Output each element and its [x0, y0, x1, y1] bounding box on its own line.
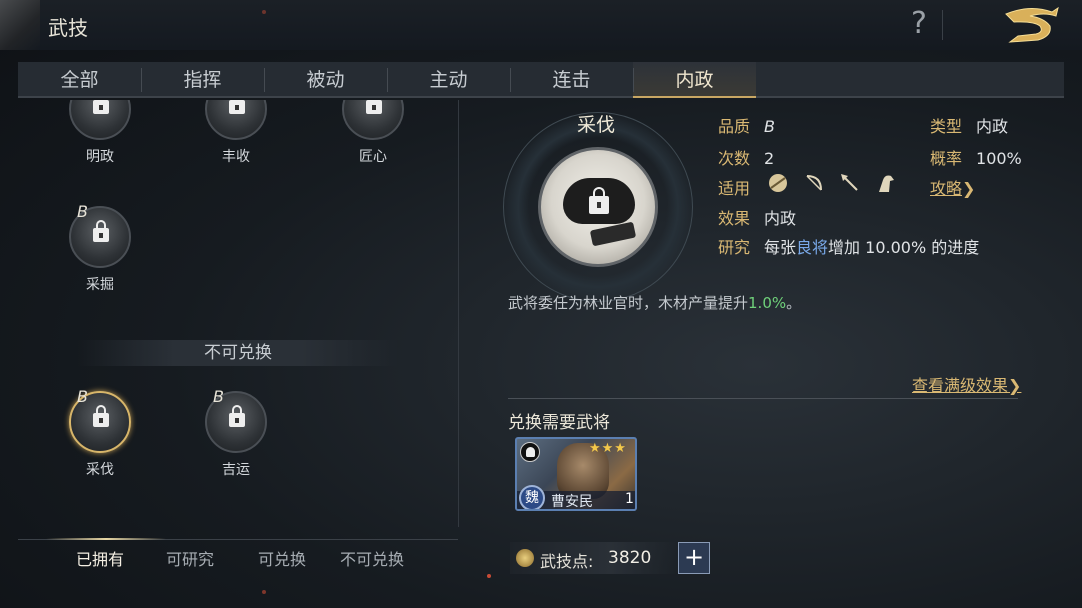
skill-list-panel: 明政 丰收 匠心 B 采掘 不可兑换 B 采伐 B 吉运	[18, 100, 459, 527]
add-points-button[interactable]: +	[678, 542, 710, 574]
view-max-effect-link[interactable]: 查看满级效果❯	[912, 372, 1021, 396]
help-icon[interactable]: ?	[905, 6, 933, 42]
bow-icon	[806, 175, 822, 191]
skill-label: 采伐	[86, 462, 114, 478]
skill-orb	[69, 100, 131, 140]
lock-icon	[589, 187, 609, 214]
tab-combo[interactable]: 连击	[510, 62, 633, 98]
divider	[508, 398, 1018, 399]
filter-exchangeable[interactable]: 可兑换	[258, 546, 306, 570]
apply-troop-icons	[767, 172, 897, 194]
attr-quality: 品质 B	[718, 117, 775, 136]
attr-rate: 概率 100%	[930, 149, 1022, 168]
lock-icon	[229, 100, 245, 114]
skill-description: 武将委任为林业官时，木材产量提升1.0%。	[508, 294, 802, 312]
axe-icon	[589, 221, 637, 247]
attr-research: 研究 每张良将增加 10.00% 的进度	[718, 238, 980, 257]
skill-orb	[342, 100, 404, 140]
attr-effect: 效果 内政	[718, 209, 797, 228]
ember-particle	[262, 590, 266, 594]
dragon-back-icon[interactable]	[1000, 4, 1062, 46]
grade-badge: B	[213, 387, 224, 406]
filter-bar: 已拥有 可研究 可兑换 不可兑换	[18, 536, 458, 576]
skill-item-caijue[interactable]: B 采掘	[50, 202, 150, 294]
horse-icon	[879, 175, 894, 192]
tab-internal-affairs[interactable]: 内政	[633, 62, 756, 98]
tab-all[interactable]: 全部	[18, 62, 141, 98]
corner-ornament	[0, 0, 40, 50]
tab-passive[interactable]: 被动	[264, 62, 387, 98]
skill-label: 明政	[86, 149, 114, 165]
lock-icon	[366, 100, 382, 114]
page-title: 武技	[48, 16, 88, 40]
shield-icon	[769, 174, 787, 192]
skill-orb: B	[205, 387, 267, 453]
skill-name: 采伐	[576, 114, 615, 136]
skill-label: 吉运	[222, 462, 250, 478]
section-title-unexchangeable: 不可兑换	[78, 340, 398, 366]
category-tabs: 全部 指挥 被动 主动 连击 内政	[18, 62, 1064, 98]
skill-points-box	[510, 542, 678, 574]
lock-icon	[93, 405, 109, 427]
skill-item-jiangxin[interactable]: 匠心	[323, 100, 423, 166]
spear-icon	[841, 174, 858, 191]
skill-item-jiyun[interactable]: B 吉运	[186, 387, 286, 479]
tab-command[interactable]: 指挥	[141, 62, 264, 98]
skill-item-caifa[interactable]: B 采伐	[50, 387, 150, 479]
skill-orb: B	[69, 387, 131, 453]
ember-particle	[262, 10, 266, 14]
grade-badge: B	[77, 387, 88, 406]
skill-label: 丰收	[222, 149, 250, 165]
hero-name: 曹安民	[551, 494, 593, 510]
hero-count: 1	[625, 491, 634, 507]
required-hero-title: 兑换需要武将	[508, 413, 610, 433]
skill-item-mingzheng[interactable]: 明政	[50, 100, 150, 166]
skill-orb	[205, 100, 267, 140]
skill-points-label: 武技点:	[540, 552, 594, 571]
cavalry-icon	[520, 442, 540, 462]
skill-label: 匠心	[359, 149, 387, 165]
lock-icon	[93, 220, 109, 242]
grade-badge: B	[77, 202, 88, 221]
hero-card[interactable]: ★★★ 魏 曹安民 1	[515, 437, 637, 511]
skill-points-value: 3820	[608, 548, 652, 568]
filter-researchable[interactable]: 可研究	[166, 546, 214, 570]
faction-badge: 魏	[519, 485, 545, 509]
coin-icon	[516, 549, 534, 567]
attr-apply: 适用	[718, 179, 751, 198]
skill-orb: B	[69, 202, 131, 268]
filter-owned[interactable]: 已拥有	[76, 546, 124, 570]
hero-stars: ★★★	[589, 441, 627, 456]
tab-active[interactable]: 主动	[387, 62, 510, 98]
attr-count: 次数 2	[718, 149, 775, 168]
lock-icon	[93, 100, 109, 114]
top-divider	[942, 10, 943, 40]
attr-type: 类型 内政	[930, 117, 1009, 136]
skill-label: 采掘	[86, 277, 114, 293]
ember-particle	[487, 574, 491, 578]
filter-rail-active	[46, 538, 166, 540]
skill-large-icon	[538, 147, 658, 267]
lock-icon	[229, 405, 245, 427]
skill-item-fengshou[interactable]: 丰收	[186, 100, 286, 166]
strategy-link[interactable]: 攻略❯	[930, 175, 975, 199]
filter-unexchangeable[interactable]: 不可兑换	[340, 546, 404, 570]
top-bar: 武技 ?	[0, 0, 1082, 50]
